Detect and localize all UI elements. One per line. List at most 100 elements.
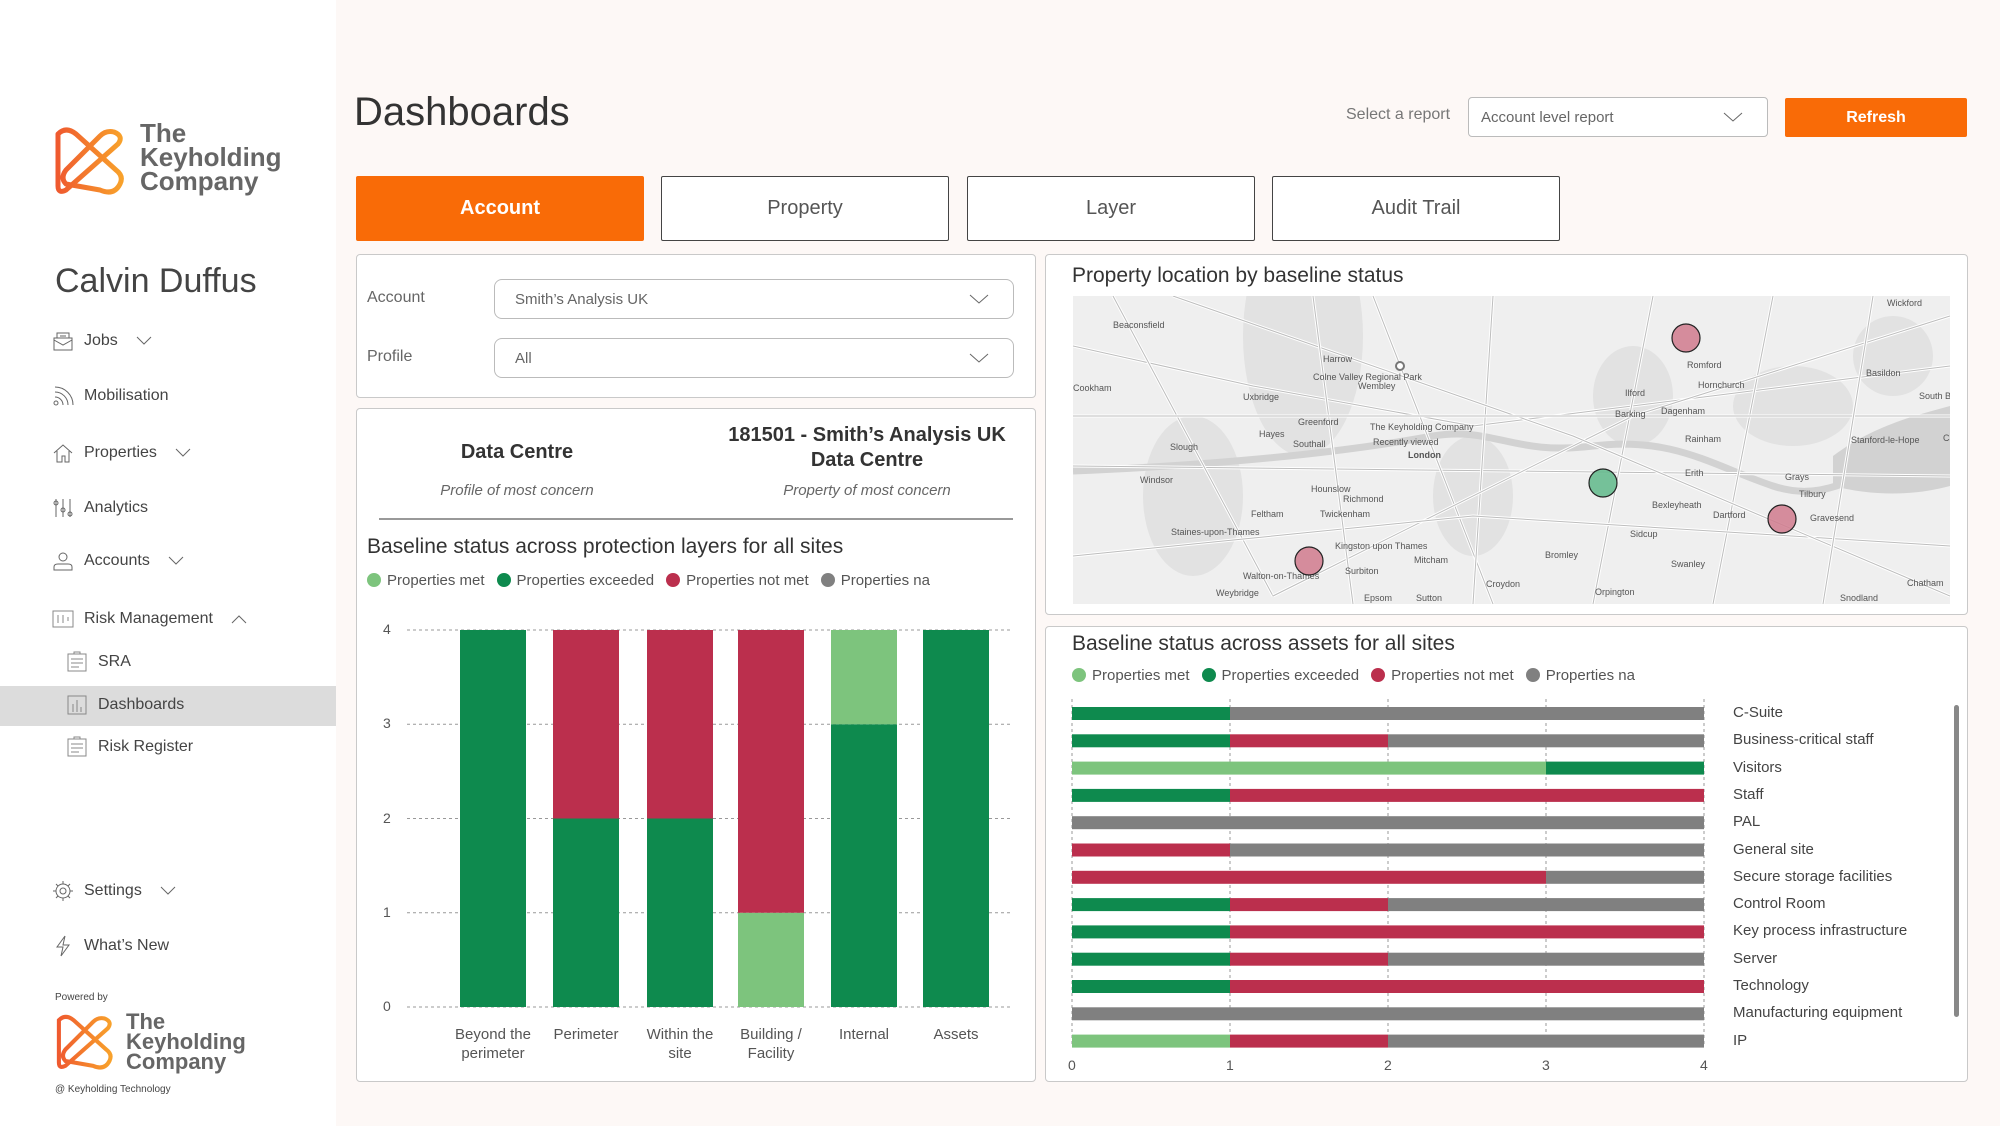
bar-segment-properties-exceeded[interactable] <box>1072 734 1230 748</box>
chevron-down-icon <box>168 556 184 565</box>
bar-segment-properties-na[interactable] <box>1072 1007 1704 1021</box>
bar-segment-properties-exceeded[interactable] <box>831 724 897 1007</box>
lightning-icon <box>56 935 70 957</box>
bar-segment-properties-exceeded[interactable] <box>647 818 713 1008</box>
nav-label: Analytics <box>84 499 149 516</box>
tab-audit-trail[interactable]: Audit Trail <box>1272 176 1560 241</box>
map-marker-not-met[interactable] <box>1671 323 1701 353</box>
nav-properties[interactable]: Properties <box>52 438 191 468</box>
bar-segment-properties-not-met[interactable] <box>1230 734 1388 748</box>
property-map[interactable]: Beaconsfield Harrow WembleyColne Valley Re… <box>1073 296 1950 604</box>
bar-segment-properties-exceeded[interactable] <box>553 818 619 1008</box>
bar-segment-properties-na[interactable] <box>1388 952 1704 966</box>
map-place-label: Feltham <box>1251 509 1284 519</box>
bar-segment-properties-not-met[interactable] <box>738 630 804 913</box>
bar-segment-properties-not-met[interactable] <box>553 630 619 819</box>
bar-segment-properties-exceeded[interactable] <box>1072 980 1230 993</box>
map-marker-not-met[interactable] <box>1294 546 1324 576</box>
map-place-label: Harrow <box>1323 354 1353 364</box>
bar-segment-properties-not-met[interactable] <box>1230 925 1704 939</box>
map-place-label: Hayes <box>1259 429 1285 439</box>
scrollbar[interactable] <box>1954 705 1959 1017</box>
bar-segment-properties-exceeded[interactable] <box>460 630 526 1007</box>
map-place-label: Stanford-le-Hope <box>1851 435 1920 445</box>
bar-chart-icon <box>67 695 87 715</box>
map-place-label: Tilbury <box>1799 489 1826 499</box>
chevron-down-icon <box>969 353 989 363</box>
bar-segment-properties-na[interactable] <box>1546 870 1704 884</box>
nav-whats-new[interactable]: What’s New <box>52 931 169 961</box>
bar-segment-properties-not-met[interactable] <box>1230 788 1704 802</box>
map-place-label: Cookham <box>1073 383 1112 393</box>
bar-segment-properties-exceeded[interactable] <box>1072 707 1230 720</box>
map-marker-not-met[interactable] <box>1767 504 1797 534</box>
bar-segment-properties-exceeded[interactable] <box>923 630 989 1007</box>
gear-icon <box>53 881 73 901</box>
y-category-label: IP <box>1733 1031 1748 1049</box>
bar-segment-properties-met[interactable] <box>1072 761 1546 775</box>
y-category-label: Technology <box>1733 977 1809 994</box>
x-tick-label-line: Building / <box>740 1026 802 1043</box>
map-place-label: Windsor <box>1140 475 1173 485</box>
bar-segment-properties-not-met[interactable] <box>647 630 713 819</box>
x-tick-label-line: Beyond the <box>455 1026 531 1043</box>
bar-segment-properties-exceeded[interactable] <box>1546 761 1704 775</box>
map-place-label: Hounslow <box>1311 484 1351 494</box>
bar-segment-properties-na[interactable] <box>1388 898 1704 912</box>
profile-select-value: All <box>515 349 532 367</box>
bar-segment-properties-not-met[interactable] <box>1230 980 1704 993</box>
home-icon <box>53 444 73 463</box>
report-select[interactable]: Account level report <box>1468 97 1768 137</box>
nav-label: Risk Management <box>84 610 213 627</box>
map-place-label: Chatham <box>1907 578 1944 588</box>
bar-segment-properties-not-met[interactable] <box>1230 898 1388 912</box>
nav-accounts[interactable]: Accounts <box>52 546 184 576</box>
x-tick-label-line: site <box>668 1045 692 1062</box>
tab-property[interactable]: Property <box>661 176 949 241</box>
bar-segment-properties-na[interactable] <box>1230 707 1704 720</box>
nav-sra[interactable]: SRA <box>66 647 131 677</box>
bar-segment-properties-exceeded[interactable] <box>1072 925 1230 939</box>
bar-segment-properties-exceeded[interactable] <box>1072 898 1230 912</box>
bar-segment-properties-not-met[interactable] <box>1230 952 1388 966</box>
nav-dashboards[interactable]: Dashboards <box>66 690 184 720</box>
y-tick-label: 1 <box>383 903 391 920</box>
bar-segment-properties-not-met[interactable] <box>1072 843 1230 857</box>
nav-risk-management[interactable]: Risk Management <box>52 604 247 634</box>
bar-segment-properties-na[interactable] <box>1388 1034 1704 1048</box>
map-place-label: Beaconsfield <box>1113 320 1165 330</box>
tab-account[interactable]: Account <box>356 176 644 241</box>
bar-segment-properties-na[interactable] <box>1230 843 1704 857</box>
nav-mobilisation[interactable]: Mobilisation <box>52 381 168 411</box>
bar-segment-properties-met[interactable] <box>738 912 804 1007</box>
map-place-label: Southall <box>1293 439 1326 449</box>
nav-settings[interactable]: Settings <box>52 876 176 906</box>
x-tick-label-line: Facility <box>747 1045 795 1062</box>
bar-segment-properties-na[interactable] <box>1072 816 1704 830</box>
bar-segment-properties-met[interactable] <box>831 630 897 725</box>
page-title: Dashboards <box>354 90 570 134</box>
layers-card: Data Centre Profile of most concern 1815… <box>356 408 1036 1082</box>
profile-select[interactable]: All <box>494 338 1014 378</box>
bar-segment-properties-not-met[interactable] <box>1230 1034 1388 1048</box>
account-select-value: Smith’s Analysis UK <box>515 290 649 308</box>
map-place-label: Romford <box>1687 360 1722 370</box>
bar-segment-properties-exceeded[interactable] <box>1072 952 1230 966</box>
map-place-label: Ilford <box>1625 388 1645 398</box>
nav-jobs[interactable]: Jobs <box>52 326 152 356</box>
nav-risk-register[interactable]: Risk Register <box>66 732 193 762</box>
map-place-label: Colne Valley Regional Park <box>1313 372 1422 382</box>
location-pin-icon[interactable] <box>1395 361 1405 371</box>
bar-segment-properties-na[interactable] <box>1388 734 1704 748</box>
chevron-down-icon <box>160 886 176 895</box>
sliders-icon <box>53 499 73 517</box>
map-marker-exceeded[interactable] <box>1588 468 1618 498</box>
bar-segment-properties-met[interactable] <box>1072 1034 1230 1048</box>
nav-analytics[interactable]: Analytics <box>52 493 148 523</box>
bar-segment-properties-exceeded[interactable] <box>1072 788 1230 802</box>
tab-layer[interactable]: Layer <box>967 176 1255 241</box>
refresh-button[interactable]: Refresh <box>1785 98 1967 137</box>
assets-chart: 0 1 2 3 4 C-Suite Business-critical staff Visit… <box>1046 627 1969 1083</box>
account-select[interactable]: Smith’s Analysis UK <box>494 279 1014 319</box>
bar-segment-properties-not-met[interactable] <box>1072 870 1546 884</box>
